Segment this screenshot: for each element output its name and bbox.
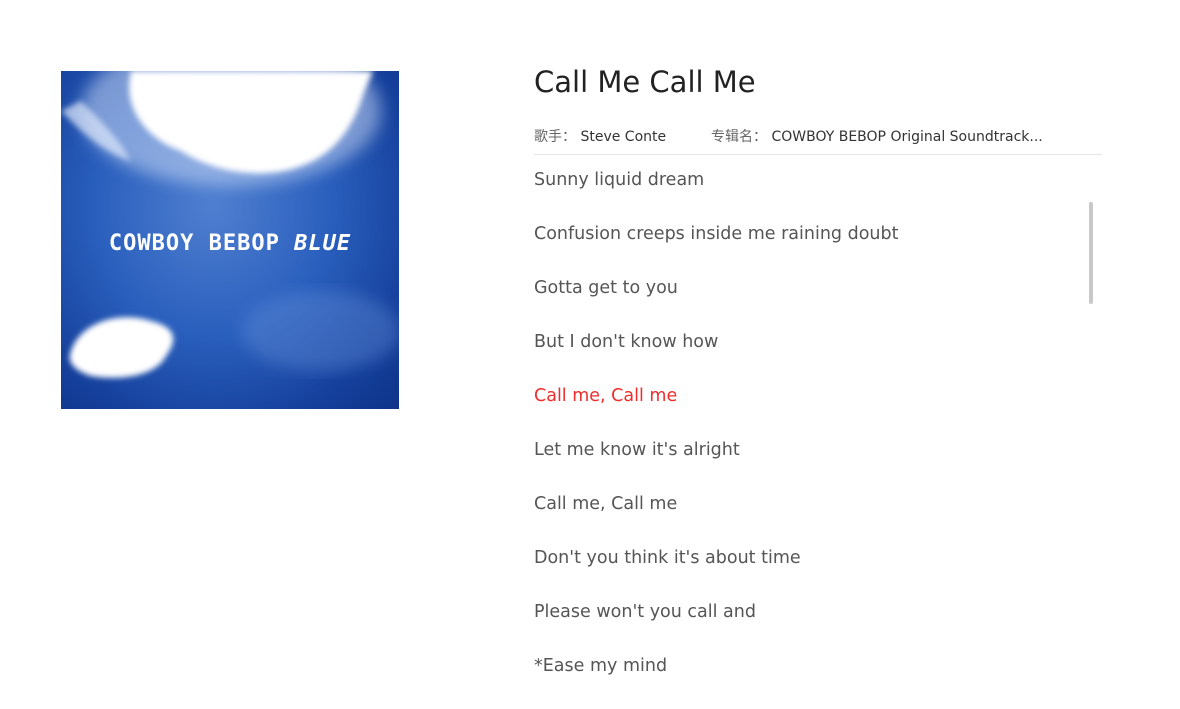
lyric-line: Don't you think it's about time [534, 548, 801, 568]
lyric-line: Gotta get to you [534, 278, 678, 298]
lyric-line: *Ease my mind [534, 656, 668, 676]
album-label: 专辑名： [711, 129, 768, 145]
lyric-line: Please won't you call and [534, 602, 756, 622]
lyrics-panel[interactable]: Sunny liquid dream Confusion creeps insi… [534, 163, 1094, 709]
artist-label: 歌手： [534, 129, 576, 145]
cover-title: COWBOY BEBOP BLUE [61, 231, 399, 256]
lyric-line-active: Call me, Call me [534, 386, 678, 406]
artist-name[interactable]: Steve Conte [580, 129, 666, 145]
lyric-line: Sunny liquid dream [534, 170, 705, 190]
song-title: Call Me Call Me [534, 65, 756, 99]
cover-title-main: COWBOY BEBOP [108, 231, 280, 256]
album-cover: COWBOY BEBOP BLUE [61, 71, 399, 409]
song-info: Call Me Call Me 歌手： Steve Conte 专辑名： COW… [534, 62, 1102, 155]
lyric-line: Confusion creeps inside me raining doubt [534, 224, 899, 244]
lyrics-scrollbar[interactable] [1089, 202, 1093, 304]
album-name[interactable]: COWBOY BEBOP Original Soundtrack... [771, 129, 1042, 145]
lyric-line: But I don't know how [534, 332, 719, 352]
lyric-line: Call me, Call me [534, 494, 678, 514]
song-meta: 歌手： Steve Conte 专辑名： COWBOY BEBOP Origin… [534, 126, 1102, 155]
lyric-line: Let me know it's alright [534, 440, 740, 460]
cover-title-accent: BLUE [294, 231, 352, 256]
